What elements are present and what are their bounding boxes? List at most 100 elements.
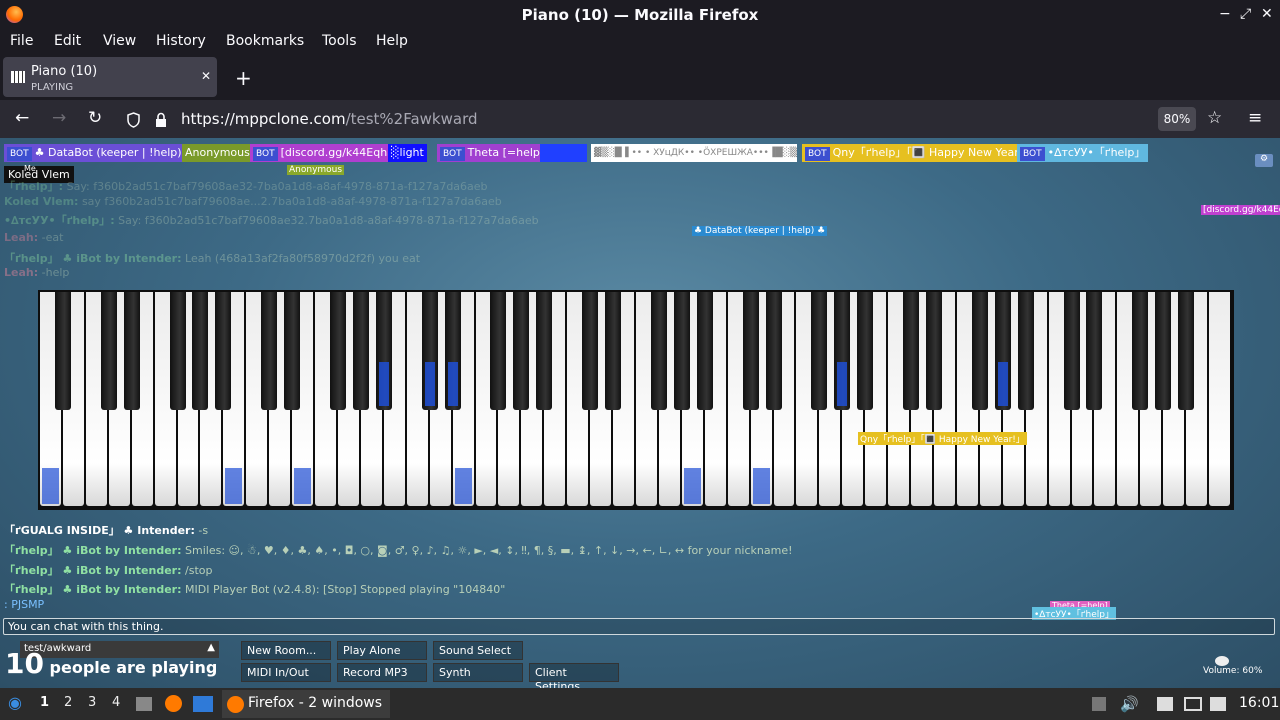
close-window-button[interactable]: ✕	[1261, 6, 1273, 22]
user-databot[interactable]: BOT ♣ DataBot (keeper | !help) ♣	[4, 144, 198, 162]
black-key[interactable]	[352, 292, 369, 410]
black-key[interactable]	[673, 292, 690, 410]
workspace-2[interactable]: 2	[64, 695, 72, 710]
chat-line: •∆тсУУ•「ґhelp」: Say: f360b2ad51c7baf7960…	[4, 214, 539, 227]
new-tab-button[interactable]: +	[235, 66, 252, 90]
black-key[interactable]	[284, 292, 301, 410]
black-key[interactable]	[261, 292, 278, 410]
settings-icon[interactable]: ⚙	[1255, 154, 1273, 167]
black-key[interactable]	[1063, 292, 1080, 410]
bookmark-star-icon[interactable]: ☆	[1207, 108, 1222, 128]
url-text[interactable]: https://mppclone.com/test%2Fawkward	[181, 110, 478, 128]
file-manager-icon[interactable]	[136, 697, 152, 711]
user-light[interactable]: ░light	[388, 144, 427, 162]
user-glitch[interactable]: ▓▒░█▐ •• • ХУцДК•• •ÖХРЕШЖА•••▐█░▒▓	[591, 144, 797, 162]
display-icon[interactable]	[1184, 697, 1202, 711]
clipboard-icon[interactable]	[1157, 697, 1173, 711]
black-key[interactable]	[994, 292, 1011, 410]
reload-button[interactable]: ↻	[88, 108, 102, 128]
user-blank[interactable]	[540, 144, 587, 162]
volume-icon[interactable]: 🔊	[1120, 695, 1139, 713]
black-key[interactable]	[123, 292, 140, 410]
black-key[interactable]	[54, 292, 71, 410]
black-key[interactable]	[330, 292, 346, 410]
firefox-window-icon	[227, 696, 244, 713]
black-key[interactable]	[513, 292, 530, 410]
sound-select-button[interactable]: Sound Select	[433, 641, 523, 660]
black-key[interactable]	[192, 292, 209, 410]
black-key[interactable]	[903, 292, 920, 410]
zoom-level[interactable]: 80%	[1158, 107, 1196, 131]
volume-knob[interactable]	[1215, 656, 1229, 666]
workspace-3[interactable]: 3	[88, 695, 96, 710]
black-key[interactable]	[100, 292, 117, 410]
black-key[interactable]	[215, 292, 232, 410]
black-key[interactable]	[1155, 292, 1172, 410]
menu-bookmarks[interactable]: Bookmarks	[226, 33, 304, 49]
user-tcv[interactable]: BOT •∆тсУУ•「ґhelp」	[1017, 144, 1149, 162]
minimize-button[interactable]: −	[1219, 6, 1231, 22]
firefox-launcher-icon[interactable]	[165, 695, 182, 712]
black-key[interactable]	[1017, 292, 1034, 410]
black-key[interactable]	[536, 292, 553, 410]
white-key[interactable]	[1209, 292, 1230, 506]
url-bar[interactable]: https://mppclone.com/test%2Fawkward	[120, 104, 1200, 134]
black-key[interactable]	[444, 292, 461, 410]
black-key[interactable]	[1132, 292, 1149, 410]
network-icon[interactable]	[1210, 697, 1226, 711]
tab-piano[interactable]: Piano (10) PLAYING ✕	[3, 57, 217, 97]
terminal-icon[interactable]	[193, 696, 213, 712]
play-alone-button[interactable]: Play Alone	[337, 641, 427, 660]
black-key[interactable]	[375, 292, 392, 410]
tray-up-icon[interactable]	[1092, 697, 1106, 711]
piano-keyboard[interactable]	[38, 290, 1234, 510]
tab-strip: Piano (10) PLAYING ✕ +	[0, 54, 1280, 100]
shield-icon[interactable]	[126, 112, 141, 128]
client-settings-button[interactable]: Client Settings	[529, 663, 619, 688]
new-room-button[interactable]: New Room...	[241, 641, 331, 660]
black-key[interactable]	[811, 292, 828, 410]
start-menu-icon[interactable]: ◉	[8, 693, 22, 712]
menu-tools[interactable]: Tools	[322, 33, 357, 49]
lock-icon	[156, 112, 166, 127]
workspace-1[interactable]: 1	[40, 695, 49, 710]
black-key[interactable]	[696, 292, 713, 410]
black-key[interactable]	[834, 292, 851, 410]
black-key[interactable]	[421, 292, 438, 410]
menu-history[interactable]: History	[156, 33, 206, 49]
chat-input[interactable]: You can chat with this thing.	[3, 618, 1275, 635]
user-qny[interactable]: BOT Qny「ґhelp」「🔳 Happy New Year!」	[802, 144, 1038, 162]
menu-help[interactable]: Help	[376, 33, 408, 49]
maximize-button[interactable]: ⤢	[1240, 6, 1251, 22]
user-discord[interactable]: BOT [discord.gg/k44Eqha]	[250, 144, 402, 162]
black-key[interactable]	[490, 292, 507, 410]
black-key[interactable]	[1178, 292, 1195, 410]
note-highlight	[378, 362, 389, 406]
black-key[interactable]	[971, 292, 988, 410]
forward-button[interactable]: →	[52, 108, 66, 128]
user-anonymous[interactable]: Anonymous	[182, 144, 253, 162]
back-button[interactable]: ←	[15, 108, 29, 128]
tab-subtitle: PLAYING	[31, 82, 74, 93]
black-key[interactable]	[742, 292, 759, 410]
user-theta[interactable]: BOT Theta [=help]	[437, 144, 548, 162]
black-key[interactable]	[650, 292, 667, 410]
workspace-4[interactable]: 4	[112, 695, 120, 710]
menu-edit[interactable]: Edit	[54, 33, 81, 49]
midi-button[interactable]: MIDI In/Out	[241, 663, 331, 682]
record-mp3-button[interactable]: Record MP3	[337, 663, 427, 682]
app-menu-button[interactable]: ≡	[1248, 108, 1262, 128]
black-key[interactable]	[857, 292, 874, 410]
black-key[interactable]	[1086, 292, 1103, 410]
black-key[interactable]	[169, 292, 186, 410]
black-key[interactable]	[765, 292, 782, 410]
cursor-discord-label: [discord.gg/k44Eqh	[1201, 205, 1280, 215]
menu-view[interactable]: View	[103, 33, 136, 49]
black-key[interactable]	[582, 292, 599, 410]
menu-file[interactable]: File	[10, 33, 33, 49]
tab-close-icon[interactable]: ✕	[201, 69, 211, 83]
black-key[interactable]	[605, 292, 622, 410]
black-key[interactable]	[926, 292, 942, 410]
chat-line: 「ґGUALG INSIDE」 ♣ Intender: -s	[4, 524, 209, 537]
synth-button[interactable]: Synth	[433, 663, 523, 682]
